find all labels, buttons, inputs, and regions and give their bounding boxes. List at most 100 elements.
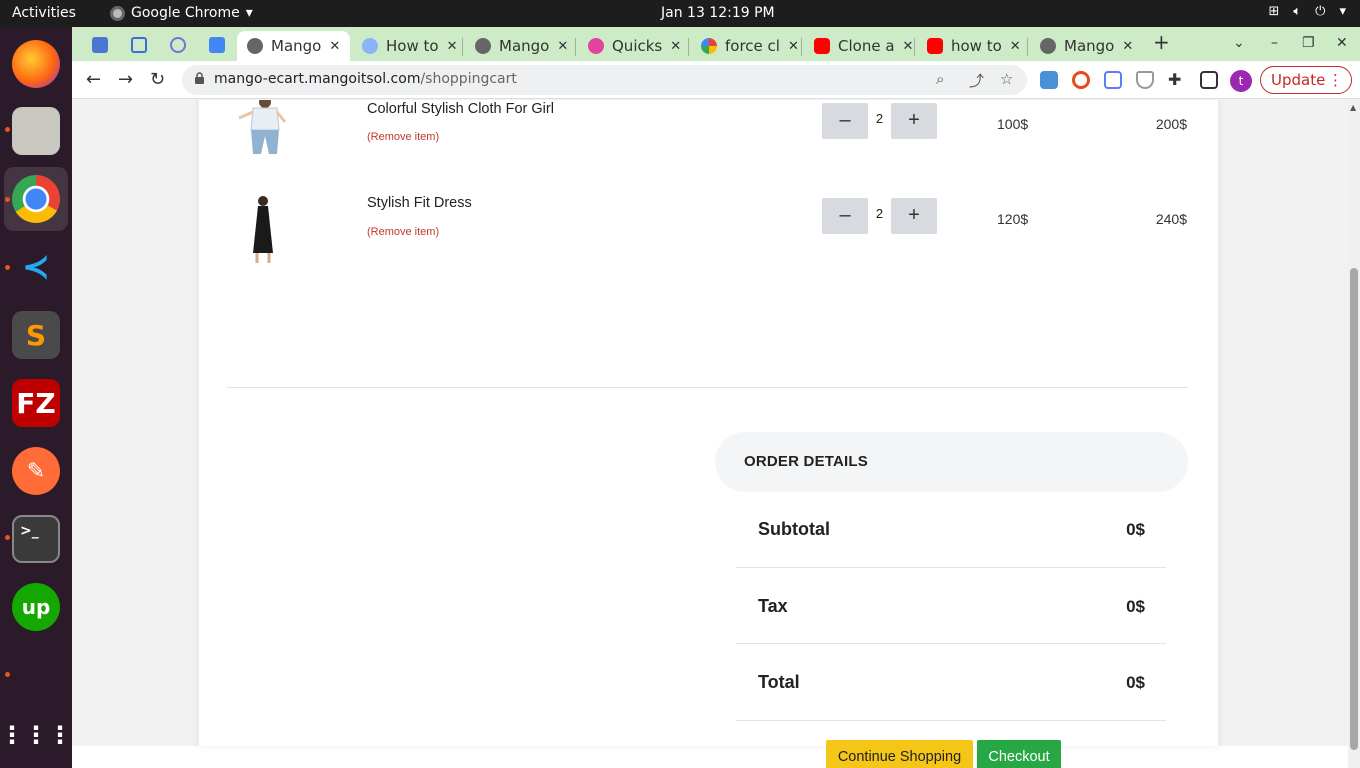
tab-label: How to: [386, 37, 439, 55]
postman-icon[interactable]: ✎: [12, 447, 60, 495]
tab-quicks[interactable]: Quicks ✕: [578, 31, 688, 61]
close-icon[interactable]: ✕: [1122, 39, 1133, 54]
back-arrow-icon[interactable]: ←: [86, 69, 101, 90]
extension-icon[interactable]: [1040, 71, 1058, 89]
chrome-icon[interactable]: [12, 175, 60, 223]
remove-item-link[interactable]: (Remove item): [367, 226, 439, 238]
volume-icon[interactable]: 🔈︎: [1293, 4, 1301, 19]
terminal-icon[interactable]: >_: [12, 515, 60, 563]
product-image: [231, 195, 295, 265]
tab-label: how to: [951, 37, 1002, 55]
pinned-tab-icon[interactable]: [92, 37, 108, 53]
quantity-stepper: – 2 +: [822, 103, 938, 139]
app-menu[interactable]: Google Chrome ▾: [110, 5, 253, 21]
tab-force-cl[interactable]: force cl ✕: [691, 31, 801, 61]
tax-value: 0$: [1126, 597, 1145, 616]
tab-label: Clone a: [838, 37, 895, 55]
address-bar[interactable]: mango-ecart.mangoitsol.com/shoppingcart …: [182, 65, 1027, 95]
scrollbar-thumb[interactable]: [1350, 268, 1358, 750]
minimize-button[interactable]: –: [1271, 35, 1278, 51]
firefox-icon[interactable]: [12, 40, 60, 88]
system-top-bar: Activities Google Chrome ▾ Jan 13 12:19 …: [0, 0, 1360, 27]
increase-quantity-button[interactable]: +: [891, 103, 937, 139]
extension-icon[interactable]: [1104, 71, 1122, 89]
shield-icon[interactable]: [1136, 71, 1154, 89]
tab-search-chevron-icon[interactable]: ⌄: [1233, 35, 1245, 51]
clock[interactable]: Jan 13 12:19 PM: [661, 5, 775, 21]
network-icon[interactable]: ⊞: [1268, 4, 1279, 19]
quantity-value: 2: [875, 206, 884, 221]
total-row: Total 0$: [736, 645, 1166, 721]
product-name[interactable]: Stylish Fit Dress: [367, 195, 472, 211]
close-icon[interactable]: ✕: [557, 39, 568, 54]
puzzle-icon[interactable]: ✚: [1168, 70, 1181, 89]
power-icon[interactable]: ⏻: [1315, 4, 1325, 19]
close-window-button[interactable]: ✕: [1336, 35, 1348, 51]
checkout-button[interactable]: Checkout: [977, 740, 1061, 768]
chrome-icon: [110, 5, 125, 21]
tab-how-to-yt[interactable]: how to ✕: [917, 31, 1027, 61]
browser-toolbar: ← → ↻ mango-ecart.mangoitsol.com/shoppin…: [72, 61, 1360, 99]
page-scrollbar[interactable]: ▲: [1348, 100, 1360, 768]
tab-label: Mango: [271, 37, 322, 55]
upwork-icon[interactable]: up: [12, 583, 60, 631]
forward-arrow-icon[interactable]: →: [118, 69, 133, 90]
total-label: Total: [758, 672, 800, 692]
youtube-icon: [927, 38, 943, 54]
divider: [227, 387, 1188, 388]
quantity-value: 2: [875, 111, 884, 126]
new-tab-button[interactable]: +: [1153, 30, 1170, 54]
sublime-text-icon[interactable]: S: [12, 311, 60, 359]
dock: ≺ S FZ ✎ >_ up ⋮⋮⋮: [0, 27, 72, 768]
continue-shopping-button[interactable]: Continue Shopping: [826, 740, 973, 768]
remove-item-link[interactable]: (Remove item): [367, 131, 439, 143]
bookmark-star-icon[interactable]: ☆: [1000, 70, 1013, 88]
globe-icon: [1040, 38, 1056, 54]
decrease-quantity-button[interactable]: –: [822, 103, 868, 139]
tab-mango[interactable]: Mango ✕: [465, 31, 575, 61]
reload-icon[interactable]: ↻: [150, 69, 165, 90]
cart-item: Colorful Stylish Cloth For Girl (Remove …: [227, 100, 1187, 180]
tab-clone-a[interactable]: Clone a ✕: [804, 31, 914, 61]
scroll-up-arrow-icon[interactable]: ▲: [1350, 103, 1356, 112]
close-icon[interactable]: ✕: [329, 39, 340, 54]
close-icon[interactable]: ✕: [670, 39, 681, 54]
tab-how-to[interactable]: How to ✕: [352, 31, 462, 61]
system-tray[interactable]: ⊞ 🔈︎ ⏻ ▾: [1268, 4, 1346, 19]
close-icon[interactable]: ✕: [903, 39, 914, 54]
subtotal-row: Subtotal 0$: [736, 492, 1166, 568]
close-icon[interactable]: ✕: [1010, 39, 1021, 54]
files-icon[interactable]: [12, 107, 60, 155]
increase-quantity-button[interactable]: +: [891, 198, 937, 234]
tab-mango-active[interactable]: Mango ✕: [237, 31, 350, 61]
line-total: 240$: [1155, 211, 1187, 227]
youtube-icon: [814, 38, 830, 54]
vscode-icon[interactable]: ≺: [12, 243, 60, 291]
tab-mango-last[interactable]: Mango ✕: [1030, 31, 1140, 61]
line-total: 200$: [1155, 116, 1187, 132]
tab-label: Mango: [499, 37, 550, 55]
restore-button[interactable]: ❐: [1302, 35, 1315, 51]
pinned-tab-icon[interactable]: [170, 37, 186, 53]
extension-icon[interactable]: [1072, 71, 1090, 89]
docs-icon[interactable]: [209, 37, 225, 53]
update-button[interactable]: Update ⋮: [1260, 66, 1352, 94]
product-name[interactable]: Colorful Stylish Cloth For Girl: [367, 101, 554, 117]
side-panel-icon[interactable]: [1200, 71, 1218, 89]
close-icon[interactable]: ✕: [788, 39, 799, 54]
chevron-down-icon[interactable]: ▾: [1339, 4, 1346, 19]
unit-price: 100$: [997, 116, 1029, 132]
decrease-quantity-button[interactable]: –: [822, 198, 868, 234]
show-apps-icon[interactable]: ⋮⋮⋮: [0, 711, 72, 759]
close-icon[interactable]: ✕: [447, 39, 458, 54]
profile-avatar[interactable]: t: [1230, 70, 1252, 92]
tab-strip: Mango ✕ How to ✕ Mango ✕ Quicks ✕ force …: [72, 27, 1360, 61]
share-icon[interactable]: ⤴: [969, 70, 984, 91]
pinned-tab-icon[interactable]: [131, 37, 147, 53]
globe-icon: [475, 38, 491, 54]
zoom-icon[interactable]: ⌕: [936, 70, 944, 88]
filezilla-icon[interactable]: FZ: [12, 379, 60, 427]
product-image: [231, 100, 295, 166]
tax-label: Tax: [758, 596, 788, 616]
activities-button[interactable]: Activities: [12, 5, 76, 21]
